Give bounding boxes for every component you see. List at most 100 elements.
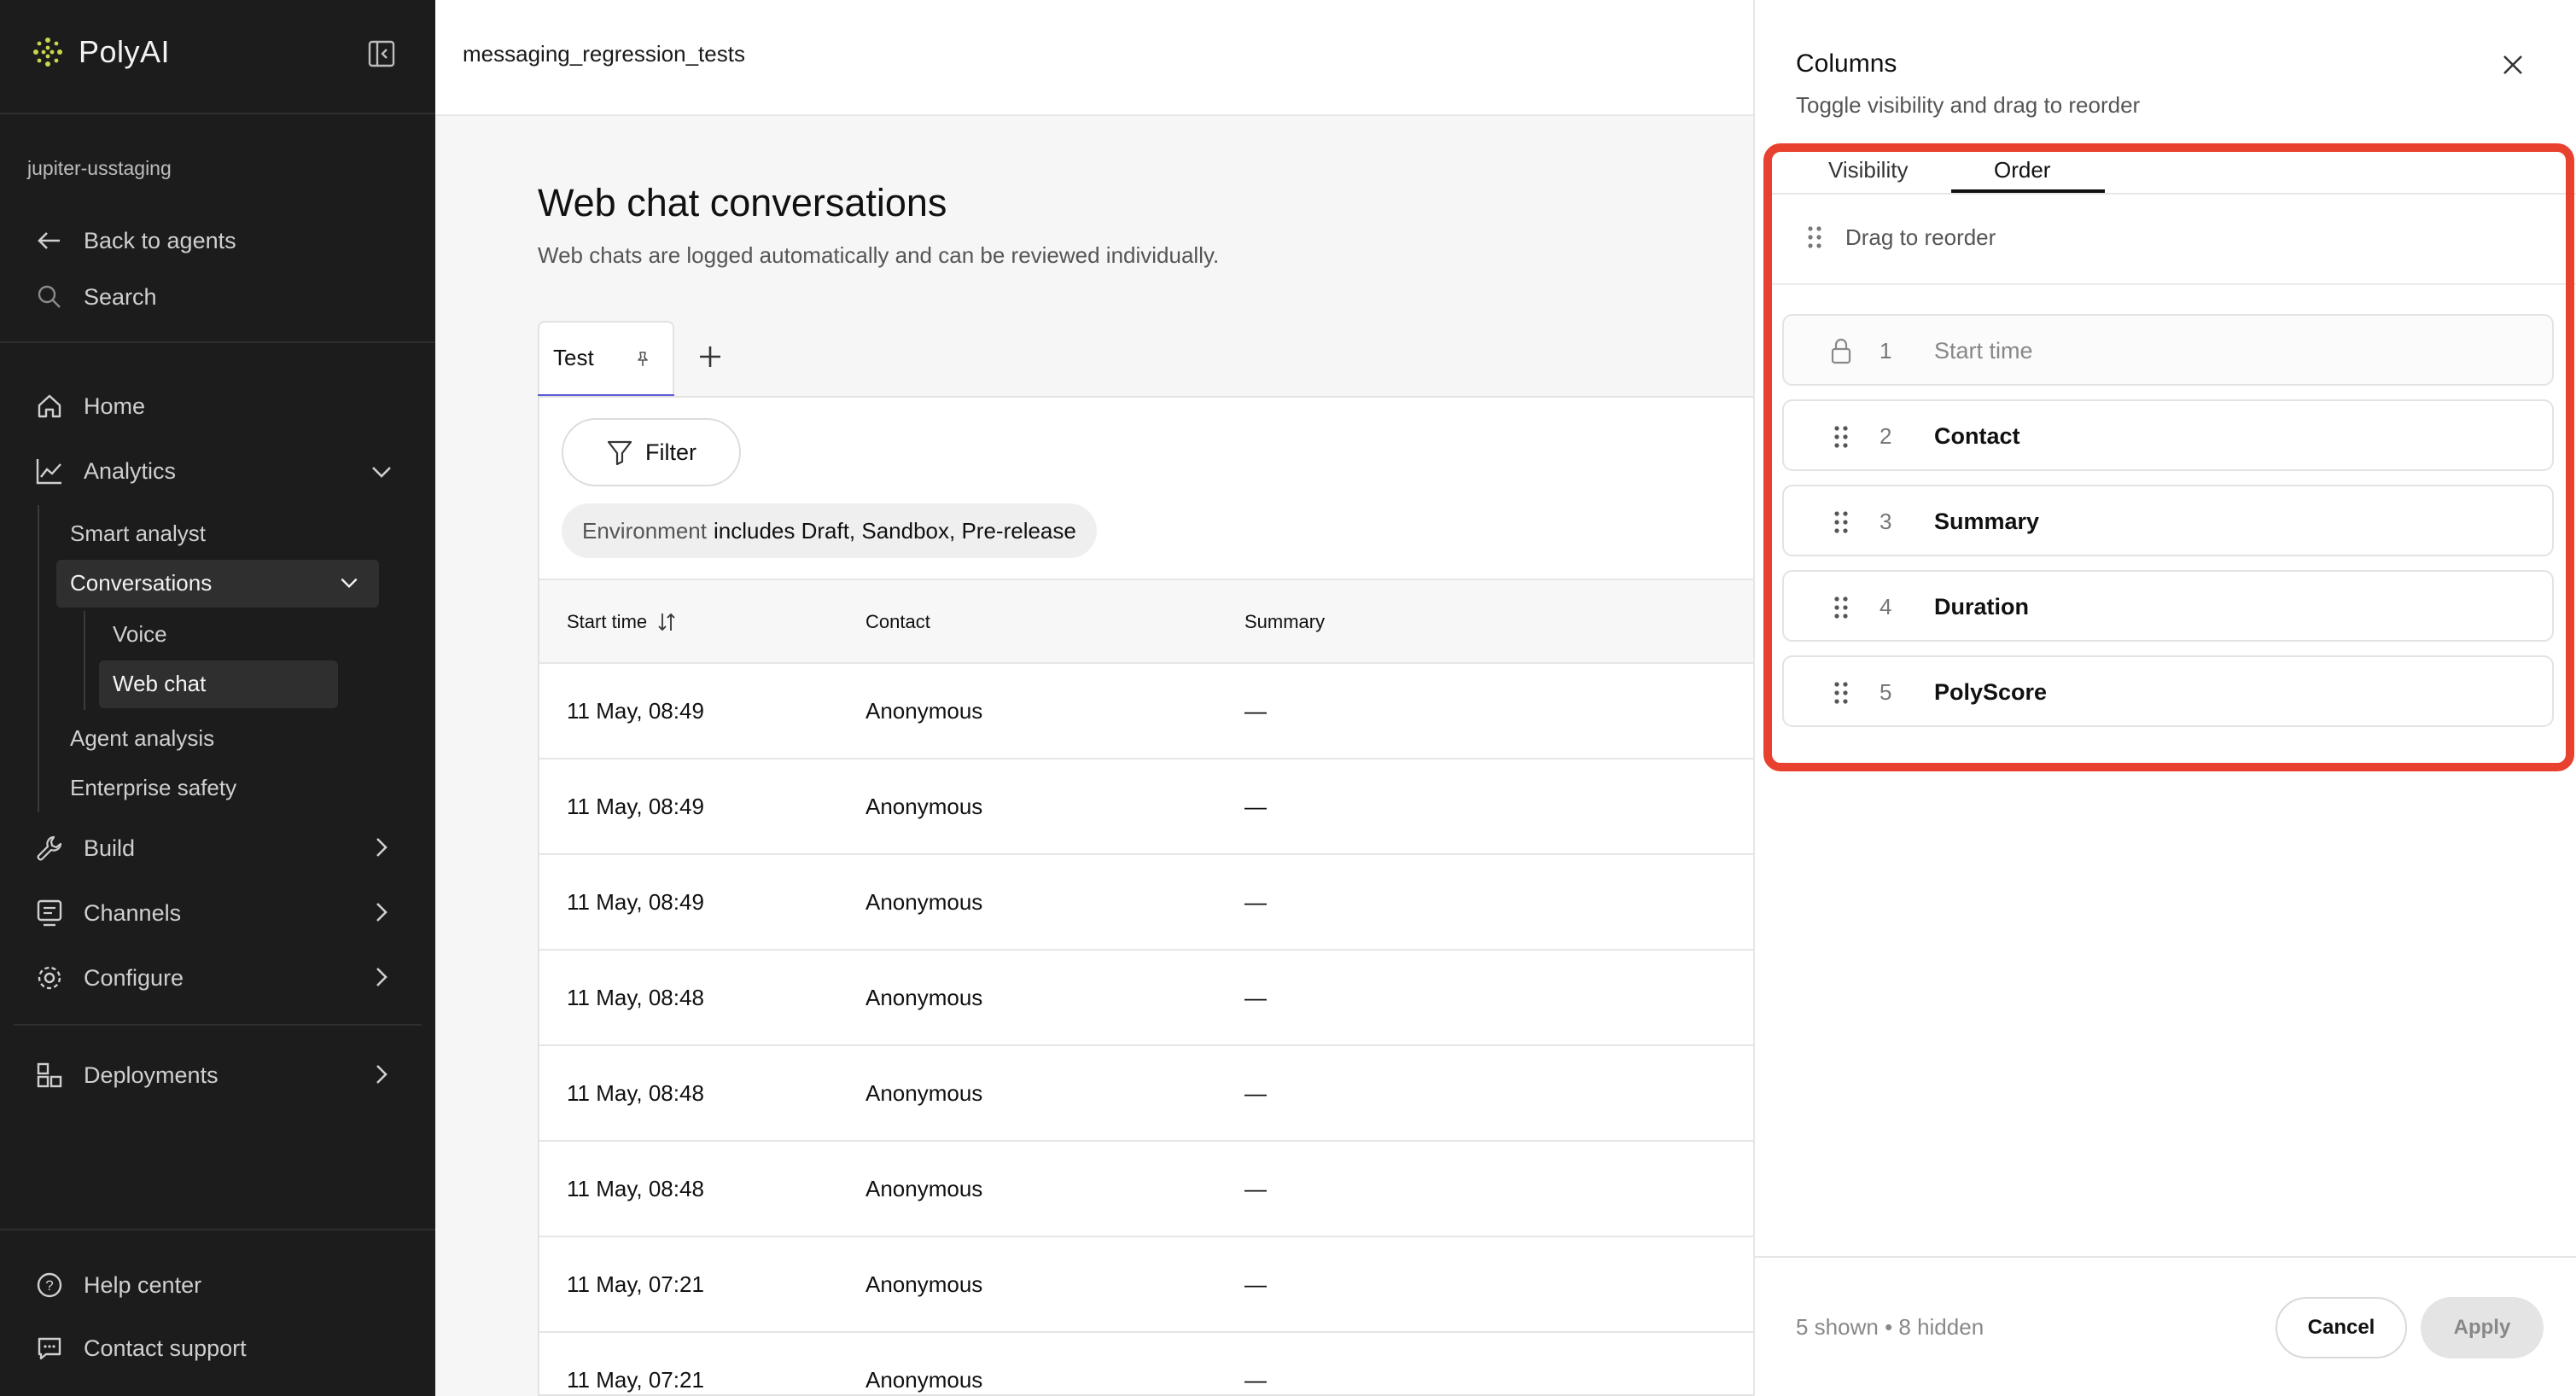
- page-title: Web chat conversations: [538, 181, 947, 224]
- chevron-right-icon[interactable]: [369, 964, 394, 990]
- sidebar-item-configure[interactable]: Configure: [34, 963, 184, 993]
- pin-icon[interactable]: [633, 350, 652, 369]
- help-circle-icon: ?: [34, 1270, 65, 1300]
- sidebar-item-agent-analysis[interactable]: Agent analysis: [70, 725, 214, 752]
- add-tab-icon[interactable]: [691, 338, 729, 375]
- analytics-tree-line: [38, 505, 39, 812]
- cancel-button[interactable]: Cancel: [2276, 1297, 2407, 1358]
- cell-summary: —: [1244, 1080, 1267, 1106]
- chevron-right-icon[interactable]: [369, 899, 394, 925]
- top-bar: messaging_regression_tests: [435, 0, 1753, 116]
- cell-contact: Anonymous: [865, 889, 983, 915]
- arrow-left-icon: [34, 225, 65, 256]
- chevron-right-icon[interactable]: [369, 1062, 394, 1087]
- table-row[interactable]: 11 May, 07:21 Anonymous —: [539, 1333, 1755, 1396]
- cell-summary: —: [1244, 985, 1267, 1010]
- environment-filter-chip[interactable]: Environment includes Draft, Sandbox, Pre…: [562, 503, 1097, 558]
- header-start-time[interactable]: Start time: [567, 611, 678, 633]
- cell-start-time: 11 May, 08:49: [567, 794, 704, 819]
- sidebar-item-enterprise-safety[interactable]: Enterprise safety: [70, 775, 236, 801]
- cell-contact: Anonymous: [865, 985, 983, 1010]
- cell-contact: Anonymous: [865, 794, 983, 819]
- sidebar-divider: [14, 1024, 422, 1026]
- filter-label: Filter: [645, 439, 696, 465]
- table-row[interactable]: 11 May, 08:49 Anonymous —: [539, 855, 1755, 951]
- cell-contact: Anonymous: [865, 1367, 983, 1393]
- help-center-label: Help center: [84, 1271, 202, 1298]
- collapse-sidebar-icon[interactable]: [367, 39, 396, 68]
- sidebar-item-voice[interactable]: Voice: [113, 621, 167, 648]
- cell-summary: —: [1244, 889, 1267, 915]
- apply-button[interactable]: Apply: [2421, 1297, 2544, 1358]
- home-icon: [34, 391, 65, 422]
- contact-support-link[interactable]: Contact support: [34, 1333, 247, 1364]
- tab-test[interactable]: Test: [538, 321, 674, 398]
- chevron-down-icon[interactable]: [369, 459, 394, 485]
- highlight-annotation-box: [1763, 143, 2574, 771]
- filter-icon: [607, 440, 632, 466]
- header-start-time-label: Start time: [567, 611, 648, 632]
- workspace-name: jupiter-usstaging: [27, 157, 172, 179]
- table-row[interactable]: 11 May, 08:48 Anonymous —: [539, 1046, 1755, 1142]
- columns-shown-count: 5 shown • 8 hidden: [1796, 1314, 1984, 1340]
- sidebar-divider: [0, 341, 435, 343]
- search-icon: [34, 282, 65, 312]
- deployments-label: Deployments: [84, 1062, 219, 1088]
- chevron-right-icon[interactable]: [369, 835, 394, 860]
- columns-drawer: Columns Toggle visibility and drag to re…: [1753, 0, 2576, 1396]
- sidebar-item-analytics[interactable]: Analytics: [34, 456, 176, 486]
- sidebar: PolyAI jupiter-usstaging Back to agents …: [0, 0, 435, 1396]
- drawer-subtitle: Toggle visibility and drag to reorder: [1796, 92, 2141, 118]
- cell-start-time: 11 May, 08:48: [567, 1176, 704, 1201]
- close-icon[interactable]: [2497, 49, 2528, 80]
- sidebar-item-channels[interactable]: Channels: [34, 898, 181, 928]
- sidebar-item-home[interactable]: Home: [34, 391, 145, 422]
- cell-summary: —: [1244, 1367, 1267, 1393]
- polyai-logo-icon: [33, 38, 62, 67]
- cell-summary: —: [1244, 698, 1267, 724]
- search-label: Search: [84, 283, 157, 310]
- build-label: Build: [84, 835, 136, 861]
- analytics-label: Analytics: [84, 457, 177, 484]
- page-subtitle: Web chats are logged automatically and c…: [538, 242, 1220, 268]
- home-label: Home: [84, 393, 146, 419]
- table-row[interactable]: 11 May, 08:48 Anonymous —: [539, 951, 1755, 1046]
- gear-icon: [34, 963, 65, 993]
- contact-support-label: Contact support: [84, 1335, 247, 1361]
- header-contact[interactable]: Contact: [865, 611, 930, 633]
- chevron-down-icon[interactable]: [338, 572, 360, 594]
- cell-summary: —: [1244, 1271, 1267, 1297]
- brand[interactable]: PolyAI: [32, 34, 170, 70]
- table-row[interactable]: 11 May, 07:21 Anonymous —: [539, 1237, 1755, 1333]
- header-summary[interactable]: Summary: [1244, 611, 1325, 633]
- cell-summary: —: [1244, 1176, 1267, 1201]
- svg-text:?: ?: [45, 1277, 53, 1294]
- drawer-footer-divider: [1755, 1256, 2576, 1258]
- wrench-icon: [34, 833, 65, 864]
- cell-contact: Anonymous: [865, 1080, 983, 1106]
- breadcrumb[interactable]: messaging_regression_tests: [463, 41, 745, 67]
- table-row[interactable]: 11 May, 08:49 Anonymous —: [539, 759, 1755, 855]
- back-to-agents[interactable]: Back to agents: [34, 225, 236, 256]
- sidebar-divider: [0, 1229, 435, 1230]
- env-prefix: Environment: [582, 517, 707, 544]
- sidebar-item-conversations[interactable]: Conversations: [70, 570, 212, 596]
- sidebar-item-smart-analyst[interactable]: Smart analyst: [70, 521, 206, 547]
- help-center-link[interactable]: ? Help center: [34, 1270, 201, 1300]
- table-row[interactable]: 11 May, 08:49 Anonymous —: [539, 664, 1755, 759]
- deployments-icon: [34, 1060, 65, 1091]
- sidebar-item-build[interactable]: Build: [34, 833, 135, 864]
- conversations-panel: Filter Environment includes Draft, Sandb…: [538, 396, 1755, 1396]
- sidebar-item-web-chat[interactable]: Web chat: [113, 671, 206, 697]
- filter-button[interactable]: Filter: [562, 418, 741, 486]
- sort-icon[interactable]: [656, 611, 678, 633]
- brand-name: PolyAI: [79, 34, 171, 69]
- cell-start-time: 11 May, 07:21: [567, 1367, 704, 1393]
- table-row[interactable]: 11 May, 08:48 Anonymous —: [539, 1142, 1755, 1237]
- cell-start-time: 11 May, 08:49: [567, 698, 704, 724]
- drawer-title: Columns: [1796, 49, 1897, 78]
- conversations-tree-line: [84, 611, 85, 710]
- configure-label: Configure: [84, 964, 184, 991]
- sidebar-item-deployments[interactable]: Deployments: [34, 1060, 219, 1091]
- sidebar-search[interactable]: Search: [34, 282, 157, 312]
